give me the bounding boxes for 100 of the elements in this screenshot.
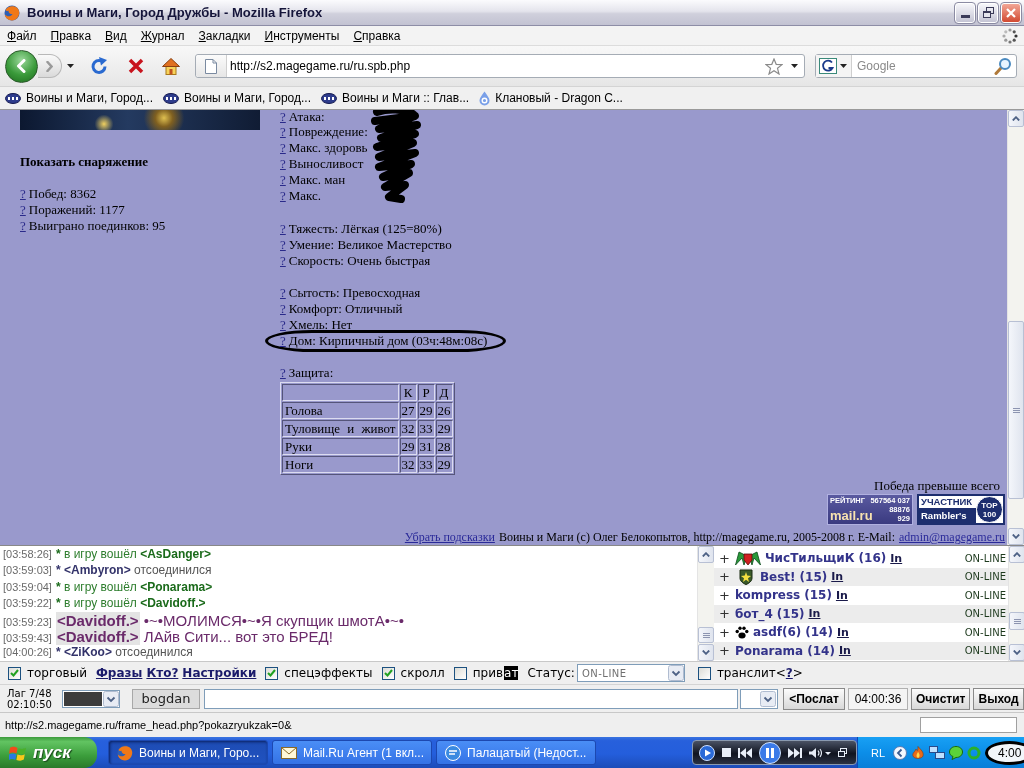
help-link[interactable]: ?: [280, 172, 286, 188]
email-link[interactable]: admin@magegame.ru: [899, 529, 1005, 545]
address-field[interactable]: http://s2.magegame.ru/ru.spb.php: [195, 54, 805, 78]
taskbar-button[interactable]: Воины и Маги, Горо...: [108, 740, 268, 765]
info-link[interactable]: In: [808, 607, 821, 621]
help-link[interactable]: ?: [20, 202, 26, 218]
info-link[interactable]: In: [835, 588, 848, 602]
menu-item[interactable]: Инструменты: [257, 28, 347, 43]
next-icon[interactable]: [788, 747, 802, 758]
help-link[interactable]: ?: [20, 218, 26, 234]
bookmark-item[interactable]: Воины и Маги :: Глав...: [319, 90, 472, 106]
info-link[interactable]: In: [838, 644, 851, 658]
color-select[interactable]: [62, 689, 120, 708]
menu-item[interactable]: Файл: [0, 28, 44, 43]
checkbox[interactable]: [697, 666, 711, 680]
plus-link[interactable]: +: [719, 550, 730, 566]
help-link[interactable]: ?: [280, 365, 286, 381]
status-select[interactable]: ON-LINE: [576, 664, 685, 682]
plus-link[interactable]: +: [719, 643, 730, 659]
channel-select[interactable]: [740, 688, 778, 709]
scroll-up-button[interactable]: [1008, 110, 1024, 127]
checkbox[interactable]: [453, 666, 467, 680]
scroll-down-button[interactable]: [698, 644, 714, 661]
info-link[interactable]: In: [836, 625, 849, 639]
reload-icon[interactable]: [90, 57, 108, 75]
star-icon[interactable]: [765, 57, 783, 75]
plus-link[interactable]: +: [719, 587, 730, 603]
chat-link[interactable]: Кто?: [146, 666, 179, 680]
minimize-button[interactable]: [955, 2, 975, 23]
search-engine-icon[interactable]: [819, 58, 837, 74]
plus-link[interactable]: +: [719, 624, 730, 640]
restore-icon[interactable]: [838, 748, 847, 757]
rating-badge[interactable]: УЧАСТНИК Rambler's TOP 100: [917, 494, 1005, 525]
checkbox[interactable]: [265, 666, 279, 680]
plus-link[interactable]: +: [719, 569, 730, 585]
help-link[interactable]: ?: [785, 666, 793, 680]
taskbar-button[interactable]: Палацатый (Недост...: [436, 740, 596, 765]
help-link[interactable]: ?: [280, 221, 286, 237]
help-link[interactable]: ?: [280, 253, 286, 269]
help-link[interactable]: ?: [280, 285, 286, 301]
show-equipment-link[interactable]: Показать снаряжение: [20, 154, 260, 170]
pause-icon[interactable]: [759, 741, 781, 764]
player-name[interactable]: asdf(6): [752, 625, 802, 640]
checkbox[interactable]: [381, 666, 395, 680]
taskbar-button[interactable]: Mail.Ru Агент (1 вкл...: [272, 740, 432, 765]
help-link[interactable]: ?: [280, 301, 286, 317]
nickname-button[interactable]: bogdan: [132, 688, 200, 709]
player-name[interactable]: Best!: [759, 569, 796, 584]
checkbox[interactable]: [8, 666, 21, 680]
send-button[interactable]: <Послат: [783, 687, 845, 710]
help-link[interactable]: ?: [280, 140, 286, 156]
exit-button[interactable]: Выход: [973, 687, 1024, 710]
chat-link[interactable]: Фразы: [95, 666, 143, 680]
language-indicator[interactable]: RL: [871, 746, 886, 759]
bookmark-item[interactable]: Воины и Маги, Город...: [161, 90, 314, 106]
stop-icon[interactable]: [128, 58, 144, 74]
help-link[interactable]: ?: [280, 188, 286, 204]
help-link[interactable]: ?: [280, 237, 286, 253]
info-link[interactable]: In: [831, 570, 844, 584]
restore-button[interactable]: [978, 2, 998, 23]
info-link[interactable]: In: [890, 551, 903, 565]
player-name[interactable]: Ponarama: [734, 643, 804, 658]
plus-link[interactable]: +: [719, 606, 730, 622]
help-link[interactable]: ?: [280, 317, 286, 333]
scroll-down-button[interactable]: [1009, 644, 1024, 661]
scroll-up-button[interactable]: [1009, 546, 1024, 563]
menu-item[interactable]: Вид: [98, 28, 134, 43]
scroll-up-button[interactable]: [698, 546, 714, 563]
forward-button[interactable]: [38, 54, 62, 78]
caret-icon[interactable]: [67, 64, 74, 68]
menu-item[interactable]: Правка: [43, 28, 99, 43]
scroll-thumb[interactable]: [1009, 612, 1024, 630]
message-input[interactable]: [204, 688, 738, 709]
menu-item[interactable]: Справка: [346, 28, 408, 43]
bookmark-item[interactable]: Воины и Маги, Город...: [3, 90, 155, 106]
previous-icon[interactable]: [738, 747, 752, 758]
scroll-thumb[interactable]: [698, 627, 714, 643]
menu-item[interactable]: Закладки: [191, 28, 258, 43]
player-name[interactable]: kompress: [734, 588, 801, 603]
home-icon[interactable]: [162, 57, 180, 75]
speech-bubble-icon[interactable]: [949, 745, 964, 760]
caret-icon[interactable]: [791, 64, 798, 68]
help-link[interactable]: ?: [20, 186, 26, 202]
hide-hints-link[interactable]: Убрать подсказки: [404, 529, 495, 545]
flame-icon[interactable]: [911, 745, 926, 760]
network-icon[interactable]: [929, 746, 946, 759]
volume-icon[interactable]: [809, 747, 831, 758]
player-name[interactable]: ЧисТильщиК: [764, 551, 855, 566]
clear-button[interactable]: Очистит: [911, 687, 971, 710]
search-field[interactable]: Google: [815, 54, 1017, 78]
player-name[interactable]: бот_4: [734, 606, 773, 621]
chat-link[interactable]: Настройки: [182, 666, 257, 680]
menu-item[interactable]: Журнал: [133, 28, 192, 43]
caret-icon[interactable]: [840, 64, 847, 68]
help-link[interactable]: ?: [280, 110, 286, 124]
help-link[interactable]: ?: [280, 156, 286, 172]
help-link[interactable]: ?: [280, 333, 286, 349]
close-button[interactable]: [1001, 2, 1021, 23]
search-icon[interactable]: [994, 57, 1012, 75]
bookmark-item[interactable]: Клановый - Dragon C...: [477, 89, 625, 107]
